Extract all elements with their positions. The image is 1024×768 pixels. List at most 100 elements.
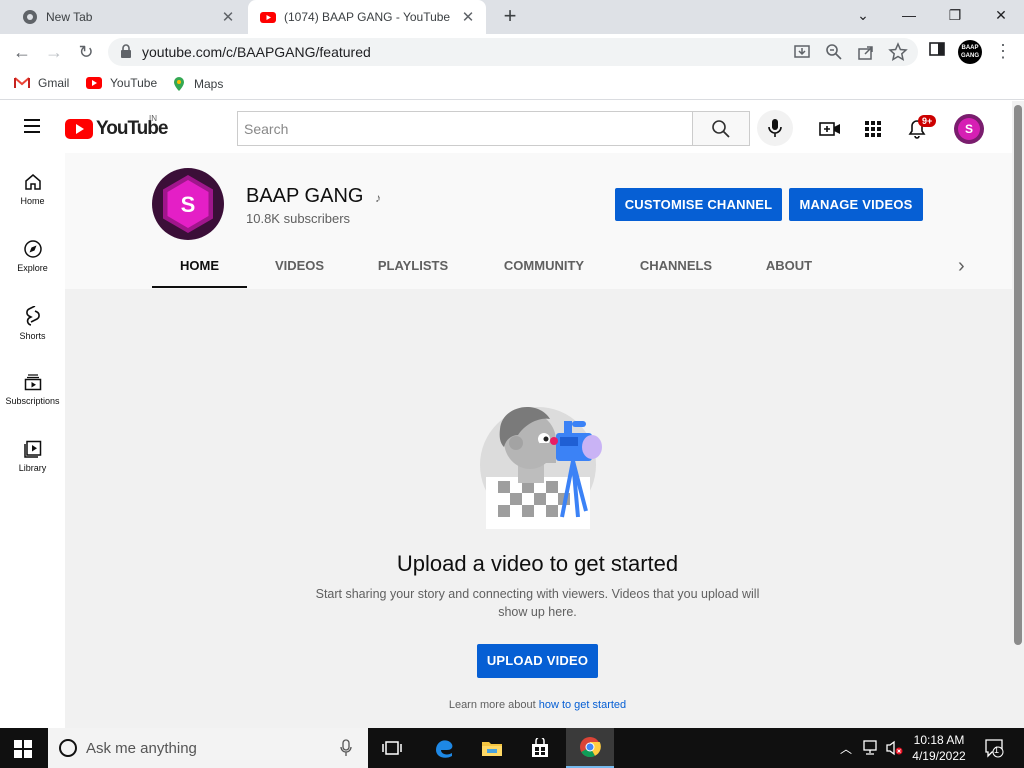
account-initial: S [958, 118, 980, 140]
search-button[interactable] [692, 111, 750, 146]
window-close-button[interactable]: ✕ [978, 0, 1024, 30]
microphone-icon [768, 119, 782, 137]
tray-chevron-up-icon[interactable]: ︿ [840, 740, 852, 757]
create-video-button[interactable] [818, 117, 842, 141]
page-scrollbar[interactable] [1012, 101, 1024, 728]
bookmark-maps[interactable]: Maps [172, 76, 223, 92]
close-icon[interactable]: ✕ [456, 8, 480, 26]
tab-title: (1074) BAAP GANG - YouTube [284, 10, 451, 24]
guide-item-shorts[interactable]: Shorts [0, 306, 65, 341]
tab-about[interactable]: ABOUT [747, 250, 831, 288]
system-clock[interactable]: 10:18 AM 4/19/2022 [908, 732, 970, 764]
bookmark-label: Gmail [38, 76, 70, 90]
gmail-icon [14, 77, 30, 88]
subscriber-count: 10.8K subscribers [246, 211, 351, 226]
guide-item-home[interactable]: Home [0, 173, 65, 206]
new-tab-button[interactable]: + [498, 4, 522, 28]
close-icon[interactable]: ✕ [216, 8, 240, 26]
task-view-button[interactable] [368, 728, 416, 768]
browser-toolbar: ← → ↻ youtube.com/c/BAAPGANG/featured [0, 34, 1024, 70]
cortana-icon [59, 739, 77, 757]
bookmark-label: YouTube [110, 76, 158, 90]
windows-start-icon[interactable] [14, 740, 32, 758]
store-icon [532, 738, 548, 757]
upload-illustration [480, 406, 602, 529]
manage-videos-button[interactable]: MANAGE VIDEOS [789, 188, 923, 221]
learn-more-prefix: Learn more about [448, 699, 539, 711]
bookmark-youtube[interactable]: YouTube [86, 76, 157, 90]
account-avatar[interactable]: S [954, 114, 984, 144]
guide-item-library[interactable]: Library [0, 440, 65, 473]
learn-more-text: Learn more about how to get started [65, 699, 1010, 711]
empty-state-description: Start sharing your story and connecting … [315, 587, 760, 619]
tab-community[interactable]: COMMUNITY [482, 250, 606, 288]
guide-label: Subscriptions [5, 396, 60, 406]
tab-channels[interactable]: CHANNELS [617, 250, 735, 288]
shorts-icon [25, 306, 40, 326]
empty-state-title: Upload a video to get started [396, 551, 679, 576]
chevron-right-icon[interactable]: › [958, 256, 965, 276]
youtube-icon [260, 12, 276, 23]
browser-menu-icon[interactable]: ⋮ [994, 40, 1012, 64]
search-box [237, 111, 693, 146]
guide-label: Home [20, 196, 45, 206]
restore-button[interactable]: ❐ [932, 0, 978, 30]
upload-video-button[interactable]: UPLOAD VIDEO [477, 644, 598, 678]
bookmark-label: Maps [194, 77, 224, 91]
chrome-icon [23, 10, 37, 24]
home-icon [24, 174, 41, 190]
youtube-logo[interactable]: YouTube IN [65, 114, 168, 140]
video-camera-plus-icon [819, 122, 840, 136]
install-app-icon[interactable] [792, 42, 812, 62]
taskbar-search-placeholder: Ask me anything [86, 739, 197, 757]
hamburger-menu-icon[interactable] [24, 119, 40, 137]
tab-home[interactable]: HOME [152, 250, 247, 288]
back-button[interactable]: ← [10, 40, 34, 64]
apps-button[interactable] [861, 117, 885, 141]
tab-search-chevron-icon[interactable]: ⌄ [840, 0, 886, 30]
bookmark-star-icon[interactable] [888, 42, 908, 62]
bookmark-gmail[interactable]: Gmail [14, 76, 69, 90]
search-input[interactable] [238, 112, 693, 145]
tab-new-tab[interactable]: New Tab ✕ [8, 0, 246, 34]
guide-item-explore[interactable]: Explore [0, 240, 65, 273]
guide-label: Shorts [19, 331, 46, 341]
windows-taskbar: Ask me anything ︿ 10:18 AM 4/19/2022 1 [0, 728, 1024, 768]
music-note-icon: ♪ [375, 191, 381, 205]
minimize-button[interactable]: — [886, 0, 932, 30]
guide-item-subscriptions[interactable]: Subscriptions [0, 373, 65, 406]
scrollbar-thumb[interactable] [1014, 105, 1022, 645]
forward-button[interactable]: → [42, 40, 66, 64]
profile-avatar[interactable]: BAAP GANG [958, 40, 982, 64]
taskbar-store[interactable] [516, 728, 564, 768]
lock-icon [121, 44, 131, 58]
voice-search-button[interactable] [757, 110, 793, 146]
address-bar[interactable]: youtube.com/c/BAAPGANG/featured [108, 38, 918, 66]
microphone-icon[interactable] [340, 739, 352, 757]
region-code: IN [149, 114, 157, 123]
taskbar-file-explorer[interactable] [468, 728, 516, 768]
tab-youtube[interactable]: (1074) BAAP GANG - YouTube ✕ [248, 0, 486, 34]
zoom-icon[interactable] [824, 42, 844, 62]
share-icon[interactable] [856, 42, 876, 62]
channel-avatar-letter: S [181, 192, 196, 217]
channel-header: S BAAP GANG ♪ 10.8K subscribers CUSTOMIS… [65, 153, 1012, 289]
apps-grid-icon [865, 121, 881, 137]
tab-videos[interactable]: VIDEOS [252, 250, 347, 288]
search-icon [712, 119, 730, 138]
browser-tab-bar: New Tab ✕ (1074) BAAP GANG - YouTube ✕ +… [0, 0, 1024, 34]
reload-button[interactable]: ↻ [74, 40, 98, 64]
taskbar-chrome[interactable] [566, 728, 614, 768]
side-panel-icon[interactable] [928, 40, 946, 58]
youtube-icon [86, 77, 102, 89]
customise-channel-button[interactable]: CUSTOMISE CHANNEL [615, 188, 782, 221]
channel-avatar[interactable]: S [152, 168, 224, 240]
taskbar-edge[interactable] [420, 728, 468, 768]
network-icon[interactable] [862, 740, 880, 756]
youtube-play-icon [65, 119, 93, 139]
folder-icon [482, 742, 502, 756]
taskbar-search[interactable]: Ask me anything [48, 728, 368, 768]
tab-playlists[interactable]: PLAYLISTS [357, 250, 469, 288]
how-to-get-started-link[interactable]: how to get started [539, 699, 626, 711]
volume-muted-icon[interactable] [886, 740, 904, 756]
